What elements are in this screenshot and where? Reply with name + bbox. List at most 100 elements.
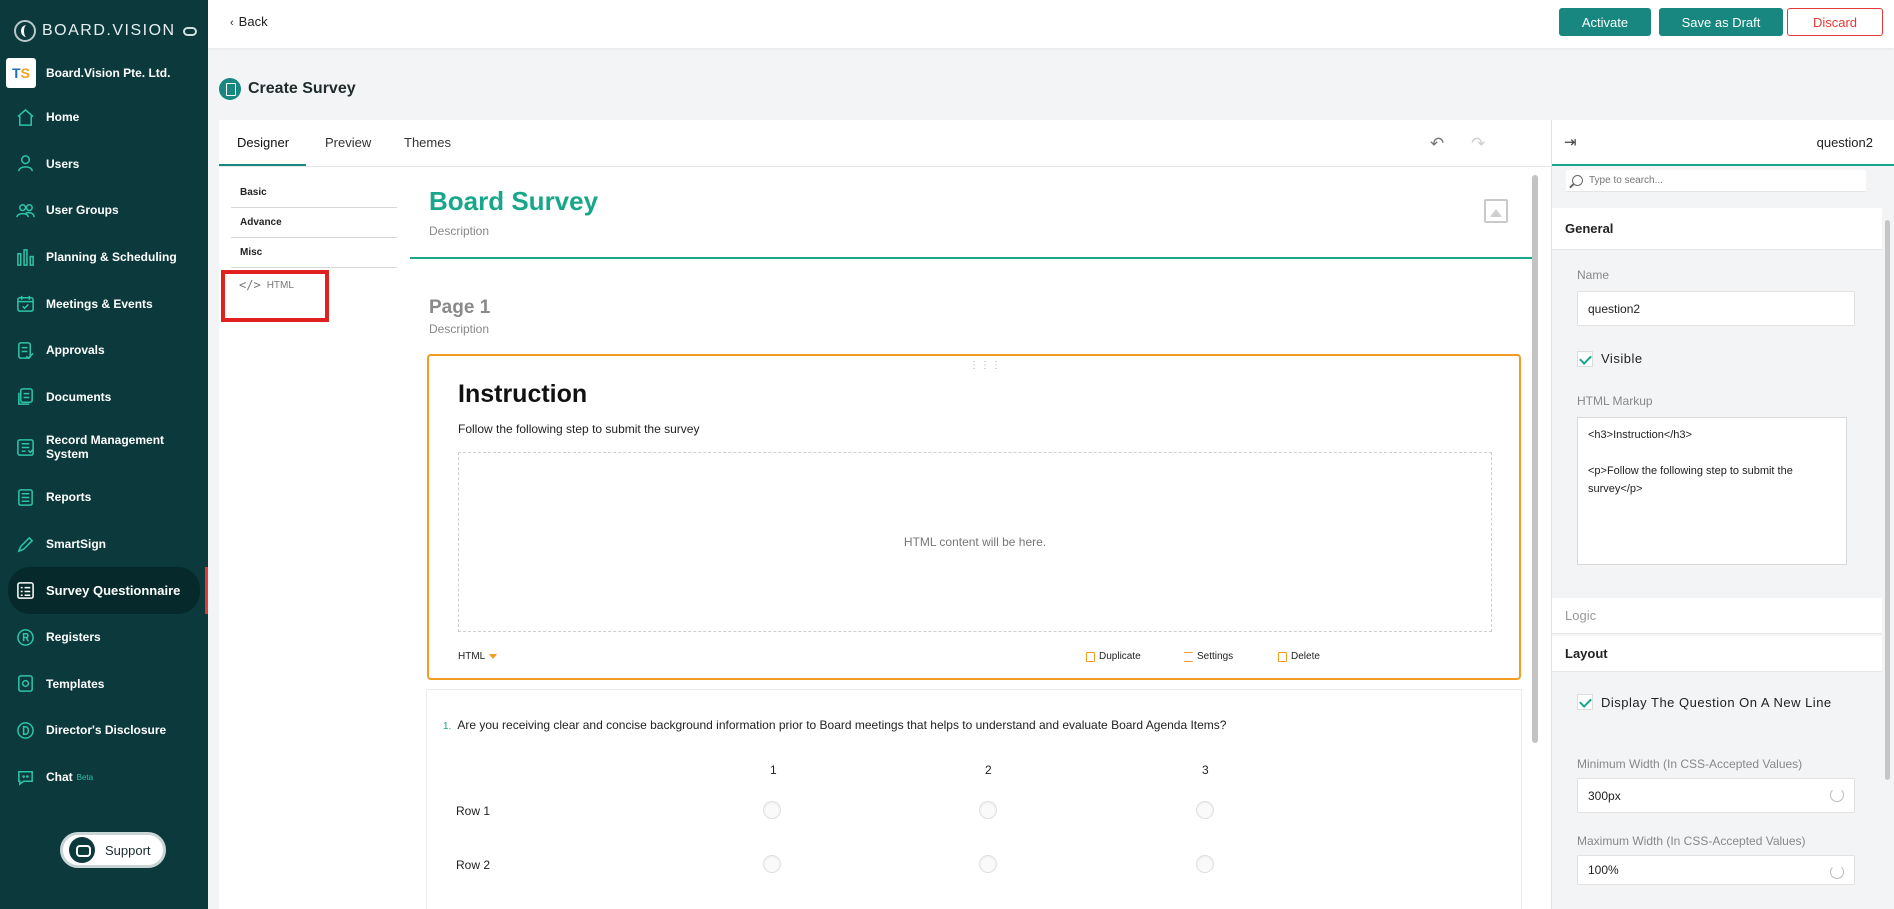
organization[interactable]: TS Board.Vision Pte. Ltd. <box>6 58 170 88</box>
nav-item-label: Approvals <box>46 343 105 358</box>
min-width-field[interactable]: 300px <box>1577 778 1855 813</box>
toolbox-category-advance[interactable]: Advance <box>231 208 397 238</box>
html-markup-textarea[interactable]: <h3>Instruction</h3> <p>Follow the follo… <box>1577 417 1847 565</box>
page-description[interactable]: Description <box>429 322 489 336</box>
section-layout[interactable]: Layout <box>1552 636 1882 672</box>
undo-icon[interactable]: ↶ <box>1430 134 1444 154</box>
support-chat-icon <box>69 837 95 863</box>
matrix-radio[interactable] <box>763 801 781 819</box>
toolbox-category-basic[interactable]: Basic <box>231 178 397 208</box>
section-general[interactable]: General <box>1552 208 1882 250</box>
brand[interactable]: BOARD.VISION <box>14 20 176 42</box>
nav-item-documents[interactable]: Documents <box>0 374 208 421</box>
property-search-input[interactable] <box>1589 175 1849 186</box>
nav-item-survey-questionnaire[interactable]: Survey Questionnaire <box>8 567 208 614</box>
back-label: Back <box>238 14 268 29</box>
survey-header-divider <box>410 257 1538 259</box>
matrix-question-title: 1. Are you receiving clear and concise ba… <box>443 718 1226 732</box>
templates-icon <box>18 675 33 693</box>
back-button[interactable]: ‹ Back <box>230 14 268 29</box>
checkmark-icon <box>1577 351 1593 367</box>
question-type-dropdown[interactable]: HTML <box>458 651 498 662</box>
toolbox-category-misc[interactable]: Misc <box>231 238 397 268</box>
settings-button[interactable]: Settings <box>1184 651 1233 662</box>
nav-item-label: Reports <box>46 490 92 505</box>
nav-item-approvals[interactable]: Approvals <box>0 327 208 374</box>
logo-image-icon[interactable] <box>1484 199 1508 223</box>
visible-checkbox[interactable]: Visible <box>1577 351 1643 367</box>
nav-item-user-groups[interactable]: User Groups <box>0 187 208 234</box>
matrix-radio[interactable] <box>1196 855 1214 873</box>
nav-item-home[interactable]: Home <box>0 94 208 141</box>
collapse-panel-icon[interactable]: ⇥ <box>1564 133 1577 151</box>
home-icon <box>17 108 34 126</box>
matrix-radio[interactable] <box>979 855 997 873</box>
nav-item-registers[interactable]: Registers <box>0 614 208 661</box>
duplicate-icon <box>1086 651 1095 662</box>
new-line-checkbox[interactable]: Display The Question On A New Line <box>1577 694 1837 712</box>
canvas-scrollbar[interactable] <box>1532 175 1538 743</box>
duplicate-button[interactable]: Duplicate <box>1086 651 1141 662</box>
redo-icon[interactable]: ↷ <box>1471 134 1485 154</box>
nav-item-templates[interactable]: Templates <box>0 661 208 708</box>
tab-designer[interactable]: Designer <box>237 135 289 150</box>
nav-item-chat[interactable]: Chat Beta <box>0 754 208 801</box>
max-width-label: Maximum Width (In CSS-Accepted Values) <box>1577 834 1806 848</box>
org-name: Board.Vision Pte. Ltd. <box>46 66 171 80</box>
property-search[interactable] <box>1566 170 1866 192</box>
matrix-radio[interactable] <box>1196 801 1214 819</box>
save-as-draft-button[interactable]: Save as Draft <box>1659 8 1783 36</box>
matrix-column-header: 1 <box>770 763 777 777</box>
delete-button[interactable]: Delete <box>1278 651 1320 662</box>
nav-item-planning[interactable]: Planning & Scheduling <box>0 234 208 281</box>
nav-item-record-management[interactable]: Record Management System <box>0 420 208 474</box>
matrix-question-card[interactable]: 1. Are you receiving clear and concise ba… <box>427 690 1521 909</box>
nav-item-meetings[interactable]: Meetings & Events <box>0 280 208 327</box>
documents-icon <box>18 388 33 406</box>
nav-item-smartsign[interactable]: SmartSign <box>0 521 208 568</box>
support-label: Support <box>105 842 151 858</box>
matrix-radio[interactable] <box>763 855 781 873</box>
nav-item-label: Registers <box>46 630 101 645</box>
min-width-label: Minimum Width (In CSS-Accepted Values) <box>1577 757 1803 771</box>
name-field[interactable]: question2 <box>1577 291 1855 326</box>
matrix-radio[interactable] <box>979 801 997 819</box>
nav-item-label: Users <box>46 156 80 171</box>
nav-item-label: User Groups <box>46 203 119 218</box>
drag-handle-icon[interactable]: ⋮⋮⋮ <box>969 360 1002 371</box>
caret-down-icon <box>489 653 498 659</box>
checkmark-icon <box>1577 694 1593 710</box>
nav-item-label: Templates <box>46 676 105 691</box>
reset-icon[interactable] <box>1830 865 1844 879</box>
property-grid-scrollbar[interactable] <box>1885 220 1890 780</box>
nav-item-label: Chat <box>46 770 73 785</box>
highlight-box <box>221 270 329 322</box>
records-icon <box>17 438 34 456</box>
nav-item-reports[interactable]: Reports <box>0 474 208 521</box>
visible-label: Visible <box>1601 351 1643 366</box>
settings-label: Settings <box>1197 651 1234 662</box>
html-question-card[interactable]: ⋮⋮⋮ Instruction Follow the following ste… <box>427 354 1521 680</box>
discard-button[interactable]: Discard <box>1787 8 1883 36</box>
html-content-placeholder[interactable]: HTML content will be here. <box>458 452 1492 632</box>
tab-themes[interactable]: Themes <box>404 135 451 150</box>
trash-icon <box>1278 651 1287 662</box>
main-nav: Home Users User Groups Planning & Schedu… <box>0 94 208 800</box>
support-button[interactable]: Support <box>60 832 166 868</box>
max-width-field[interactable]: 100% <box>1577 855 1855 885</box>
section-logic[interactable]: Logic <box>1552 598 1882 634</box>
disclosure-icon <box>17 722 34 739</box>
tab-preview[interactable]: Preview <box>325 135 371 150</box>
nav-item-label: Survey Questionnaire <box>46 582 181 598</box>
page-name[interactable]: Page 1 <box>429 297 490 319</box>
html-question-heading: Instruction <box>458 380 588 408</box>
survey-description[interactable]: Description <box>429 224 489 238</box>
activate-button[interactable]: Activate <box>1559 8 1651 36</box>
nav-item-directors-disclosure[interactable]: Director's Disclosure <box>0 707 208 754</box>
survey-title[interactable]: Board Survey <box>429 186 598 217</box>
nav-item-users[interactable]: Users <box>0 141 208 188</box>
reset-icon[interactable] <box>1830 788 1844 802</box>
sidebar-toggle-icon[interactable] <box>183 27 197 36</box>
matrix-column-header: 2 <box>985 763 992 777</box>
matrix-row-label: Row 1 <box>456 804 491 818</box>
